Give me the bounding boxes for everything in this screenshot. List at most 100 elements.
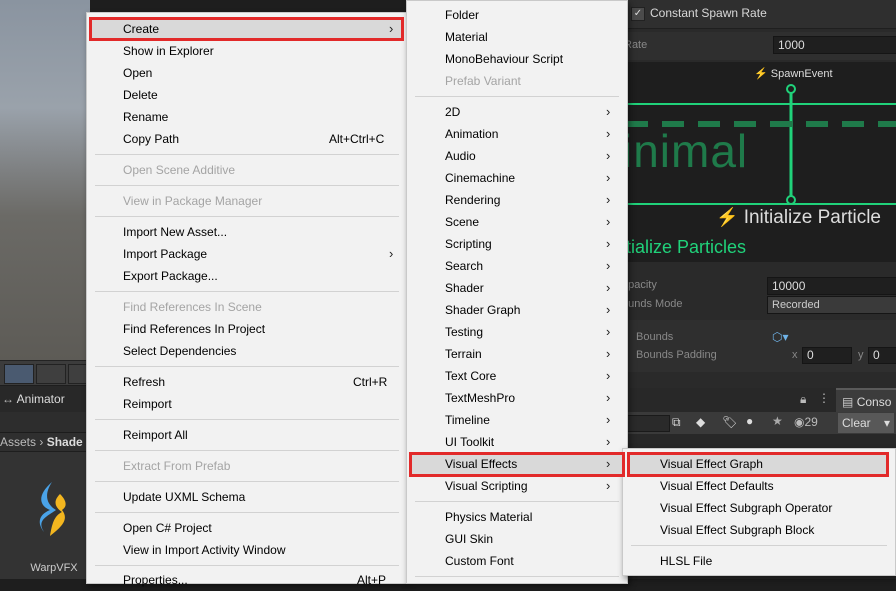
menu-item-search[interactable]: Search › <box>407 255 627 277</box>
camera-tool-icon[interactable] <box>36 364 66 384</box>
menu-item-create[interactable]: Create › <box>87 18 407 40</box>
chevron-right-icon: › <box>606 236 611 251</box>
menu-item-delete[interactable]: Delete <box>87 84 407 106</box>
cube-icon[interactable]: ⬡▾ <box>772 330 789 344</box>
label-icon[interactable]: 🏷︎ <box>722 415 737 429</box>
menu-item-find-references-in-project[interactable]: Find References In Project <box>87 318 407 340</box>
rate-field[interactable]: 1000 <box>773 36 896 54</box>
menu-item-audio[interactable]: Audio › <box>407 145 627 167</box>
menu-item-refresh[interactable]: Refresh Ctrl+R <box>87 371 407 393</box>
tab-console-label: Conso <box>856 395 892 409</box>
menu-item-label: Visual Effect Subgraph Operator <box>660 501 833 515</box>
animator-tab[interactable]: ↔ Animator <box>0 386 90 412</box>
menu-item-export-package[interactable]: Export Package... <box>87 265 407 287</box>
lock-icon[interactable]: 🔒︎ <box>800 392 806 407</box>
capacity-field[interactable]: 10000 <box>767 277 896 295</box>
chevron-right-icon: › <box>606 478 611 493</box>
menu-item-shader-graph[interactable]: Shader Graph › <box>407 299 627 321</box>
menu-item-animation[interactable]: Animation › <box>407 123 627 145</box>
menu-item-find-references-in-scene: Find References In Scene <box>87 296 407 318</box>
menu-separator <box>95 185 399 186</box>
bounds-padding-y-field[interactable]: 0 <box>868 347 896 364</box>
menu-item-open[interactable]: Open <box>87 62 407 84</box>
menu-item-timeline[interactable]: Timeline › <box>407 409 627 431</box>
menu-item-label: Open <box>123 66 153 80</box>
menu-item-label: Copy Path <box>123 132 180 146</box>
menu-item-gui-skin[interactable]: GUI Skin <box>407 528 627 550</box>
search-field[interactable] <box>622 415 670 432</box>
menu-item-visual-effect-graph[interactable]: Visual Effect Graph <box>623 453 895 475</box>
menu-item-label: Extract From Prefab <box>123 459 231 473</box>
graph-canvas[interactable]: ⚡ SpawnEvent inimal ⚡ Initialize Particl… <box>622 62 896 262</box>
menu-item-rendering[interactable]: Rendering › <box>407 189 627 211</box>
menu-item-hlsl-file[interactable]: HLSL File <box>623 550 895 572</box>
menu-item-extract-from-prefab: Extract From Prefab <box>87 455 407 477</box>
menu-item-scripting[interactable]: Scripting › <box>407 233 627 255</box>
breadcrumb-shader[interactable]: Shade <box>47 435 83 449</box>
bounds-section: Bounds ⬡▾ Bounds Padding x 0 y 0 <box>622 320 896 372</box>
constant-spawn-rate-checkbox[interactable]: ✓ <box>631 7 645 21</box>
tab-console[interactable]: ▤ Conso <box>836 388 896 412</box>
menu-item-label: Physics Material <box>445 510 533 524</box>
menu-item-label: Visual Effect Graph <box>660 457 763 471</box>
menu-item-copy-path[interactable]: Copy Path Alt+Ctrl+C <box>87 128 407 150</box>
menu-item-label: View in Package Manager <box>123 194 263 208</box>
menu-item-label: Custom Font <box>445 554 514 568</box>
star-icon[interactable]: ★ <box>772 414 783 428</box>
menu-item-visual-effect-subgraph-block[interactable]: Visual Effect Subgraph Block <box>623 519 895 541</box>
menu-item-monobehaviour-script[interactable]: MonoBehaviour Script <box>407 48 627 70</box>
menu-separator <box>415 96 619 97</box>
move-tool-icon[interactable] <box>4 364 34 384</box>
menu-item-custom-font[interactable]: Custom Font <box>407 550 627 572</box>
menu-item-testing[interactable]: Testing › <box>407 321 627 343</box>
menu-item-text-core[interactable]: Text Core › <box>407 365 627 387</box>
menu-item-label: Search <box>445 259 484 273</box>
menu-item-import-package[interactable]: Import Package › <box>87 243 407 265</box>
menu-item-label: Find References In Scene <box>123 300 262 314</box>
menu-item-reimport[interactable]: Reimport <box>87 393 407 415</box>
menu-item-visual-effects[interactable]: Visual Effects › <box>407 453 627 475</box>
menu-item-material[interactable]: Material <box>407 26 627 48</box>
menu-item-view-in-import-activity-window[interactable]: View in Import Activity Window <box>87 539 407 561</box>
menu-item-visual-effect-subgraph-operator[interactable]: Visual Effect Subgraph Operator <box>623 497 895 519</box>
initialize-particle-title: ⚡ Initialize Particle <box>716 207 881 229</box>
warpvfx-asset-icon[interactable] <box>30 480 76 540</box>
menu-item-folder[interactable]: Folder <box>407 4 627 26</box>
menu-item-properties[interactable]: Properties... Alt+P <box>87 569 407 591</box>
menu-item-shader[interactable]: Shader › <box>407 277 627 299</box>
menu-item-visual-scripting[interactable]: Visual Scripting › <box>407 475 627 497</box>
menu-item-2d[interactable]: 2D › <box>407 101 627 123</box>
menu-item-terrain[interactable]: Terrain › <box>407 343 627 365</box>
menu-item-visual-effect-defaults[interactable]: Visual Effect Defaults <box>623 475 895 497</box>
menu-item-reimport-all[interactable]: Reimport All <box>87 424 407 446</box>
menu-item-select-dependencies[interactable]: Select Dependencies <box>87 340 407 362</box>
lightning-icon: ⚡ <box>716 207 739 227</box>
project-toolbar <box>0 412 90 433</box>
menu-item-open-csharp-project[interactable]: Open C# Project <box>87 517 407 539</box>
warning-icon[interactable]: ● <box>746 414 753 428</box>
bounds-padding-x-field[interactable]: 0 <box>802 347 852 364</box>
clear-button[interactable]: Clear ▾ <box>838 413 894 433</box>
menu-item-label: MonoBehaviour Script <box>445 52 564 66</box>
menu-item-ui-toolkit[interactable]: UI Toolkit › <box>407 431 627 453</box>
menu-item-cinemachine[interactable]: Cinemachine › <box>407 167 627 189</box>
more-icon[interactable]: ⋮ <box>818 391 830 405</box>
chevron-right-icon: › <box>606 192 611 207</box>
filter-type-icon[interactable]: ◆ <box>696 415 705 429</box>
menu-item-scene[interactable]: Scene › <box>407 211 627 233</box>
menu-item-update-uxml-schema[interactable]: Update UXML Schema <box>87 486 407 508</box>
breadcrumb-assets[interactable]: Assets <box>0 435 36 449</box>
menu-item-rename[interactable]: Rename <box>87 106 407 128</box>
menu-item-show-in-explorer[interactable]: Show in Explorer <box>87 40 407 62</box>
scene-view[interactable] <box>0 0 90 360</box>
search-by-type-icon[interactable]: ⧉ <box>672 415 681 430</box>
menu-item-physics-material[interactable]: Physics Material <box>407 506 627 528</box>
spawn-event-port[interactable]: ⚡ SpawnEvent <box>754 67 833 80</box>
eye-icon: ◉ <box>794 415 805 429</box>
menu-item-label: Timeline <box>445 413 490 427</box>
menu-item-label: UI Toolkit <box>445 435 495 449</box>
bounds-mode-dropdown[interactable]: Recorded <box>767 296 896 314</box>
menu-item-open-scene-additive: Open Scene Additive <box>87 159 407 181</box>
menu-item-import-new-asset[interactable]: Import New Asset... <box>87 221 407 243</box>
menu-item-textmeshpro[interactable]: TextMeshPro › <box>407 387 627 409</box>
